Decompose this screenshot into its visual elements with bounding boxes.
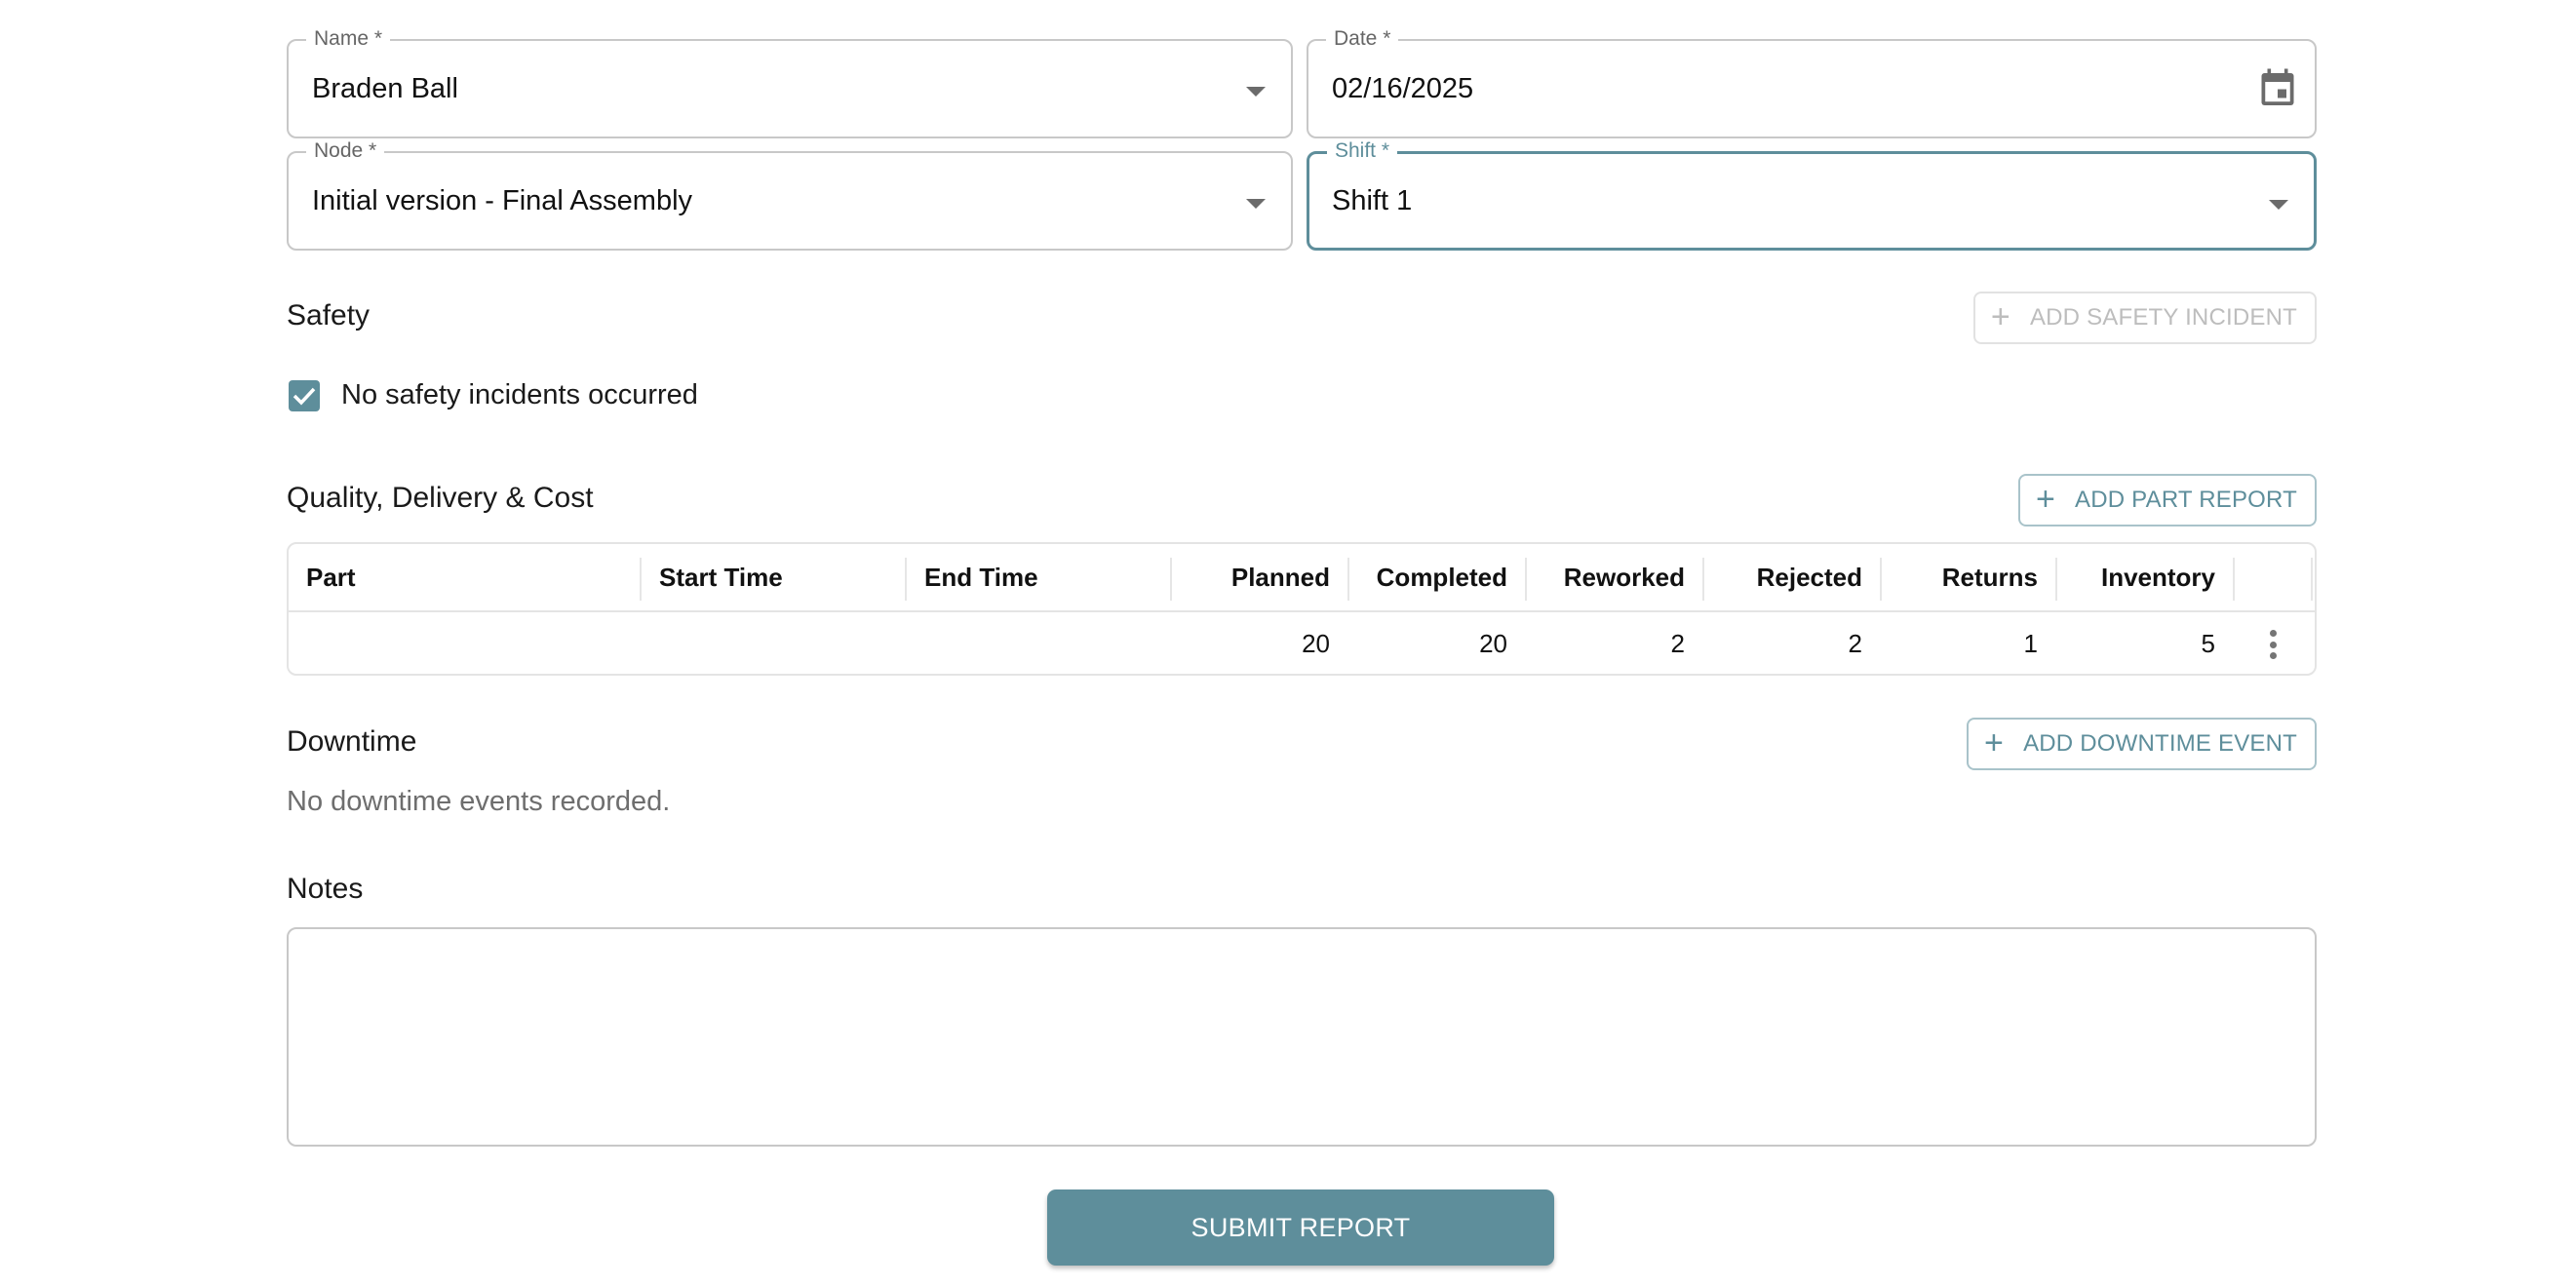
no-safety-incidents-row: No safety incidents occurred	[289, 379, 698, 411]
column-header-start-time[interactable]: Start Time	[642, 544, 905, 610]
date-field[interactable]: Date * 02/16/2025	[1307, 27, 2317, 138]
chevron-down-icon[interactable]	[2269, 200, 2288, 210]
chevron-down-icon[interactable]	[1246, 199, 1266, 209]
cell-start-time	[642, 612, 905, 674]
cell-completed: 20	[1479, 629, 1507, 658]
shift-label: Shift *	[1327, 139, 1398, 163]
downtime-title: Downtime	[287, 725, 417, 758]
cell-rejected: 2	[1848, 629, 1862, 658]
downtime-empty-text: No downtime events recorded.	[287, 786, 671, 817]
plus-icon: +	[1984, 723, 2005, 761]
add-part-report-button[interactable]: + ADD PART REPORT	[2017, 474, 2317, 526]
add-downtime-event-label: ADD DOWNTIME EVENT	[2023, 730, 2297, 757]
chevron-down-icon[interactable]	[1246, 87, 1266, 97]
shift-select[interactable]: Shift * Shift 1	[1307, 139, 2317, 251]
no-safety-incidents-checkbox[interactable]	[289, 379, 320, 411]
add-part-report-label: ADD PART REPORT	[2075, 487, 2297, 513]
checkmark-icon	[293, 387, 316, 406]
node-value: Initial version - Final Assembly	[312, 185, 693, 216]
notes-title: Notes	[287, 873, 364, 905]
cell-planned: 20	[1302, 629, 1330, 658]
plus-icon: +	[1990, 297, 2010, 335]
notes-textarea[interactable]	[287, 927, 2317, 1147]
table-header: Part Start Time End Time Planned Complet…	[289, 544, 2315, 612]
date-value: 02/16/2025	[1332, 73, 1474, 104]
column-header-rejected[interactable]: Rejected	[1704, 544, 1880, 610]
add-safety-incident-label: ADD SAFETY INCIDENT	[2029, 304, 2297, 331]
column-header-planned[interactable]: Planned	[1172, 544, 1347, 610]
name-label: Name *	[306, 27, 391, 51]
column-header-inventory[interactable]: Inventory	[2057, 544, 2233, 610]
name-value: Braden Ball	[312, 73, 458, 104]
add-safety-incident-button[interactable]: + ADD SAFETY INCIDENT	[1972, 292, 2317, 344]
table-row[interactable]: 20 20 2 2 1 5	[289, 612, 2315, 674]
cell-end-time	[907, 612, 1170, 674]
calendar-icon[interactable]	[2260, 68, 2295, 107]
node-select[interactable]: Node * Initial version - Final Assembly	[287, 139, 1293, 251]
row-more-options-icon[interactable]	[2268, 630, 2278, 659]
cell-inventory: 5	[2201, 629, 2215, 658]
cell-reworked: 2	[1670, 629, 1685, 658]
column-header-part[interactable]: Part	[289, 544, 640, 610]
column-header-end-time[interactable]: End Time	[907, 544, 1170, 610]
column-header-reworked[interactable]: Reworked	[1527, 544, 1702, 610]
safety-title: Safety	[287, 299, 371, 332]
no-safety-incidents-label: No safety incidents occurred	[341, 379, 698, 410]
column-separator[interactable]	[2311, 558, 2313, 601]
cell-returns: 1	[2023, 629, 2038, 658]
shift-value: Shift 1	[1332, 185, 1413, 216]
qdc-title: Quality, Delivery & Cost	[287, 482, 594, 514]
column-header-completed[interactable]: Completed	[1349, 544, 1525, 610]
column-separator[interactable]	[2233, 558, 2235, 601]
add-downtime-event-button[interactable]: + ADD DOWNTIME EVENT	[1967, 718, 2317, 770]
date-label: Date *	[1326, 27, 1399, 51]
name-select[interactable]: Name * Braden Ball	[287, 27, 1293, 138]
part-report-table: Part Start Time End Time Planned Complet…	[287, 542, 2317, 676]
submit-report-button[interactable]: SUBMIT REPORT	[1047, 1190, 1554, 1266]
cell-part	[289, 612, 640, 674]
plus-icon: +	[2035, 480, 2056, 518]
node-label: Node *	[306, 139, 385, 163]
column-header-returns[interactable]: Returns	[1882, 544, 2055, 610]
